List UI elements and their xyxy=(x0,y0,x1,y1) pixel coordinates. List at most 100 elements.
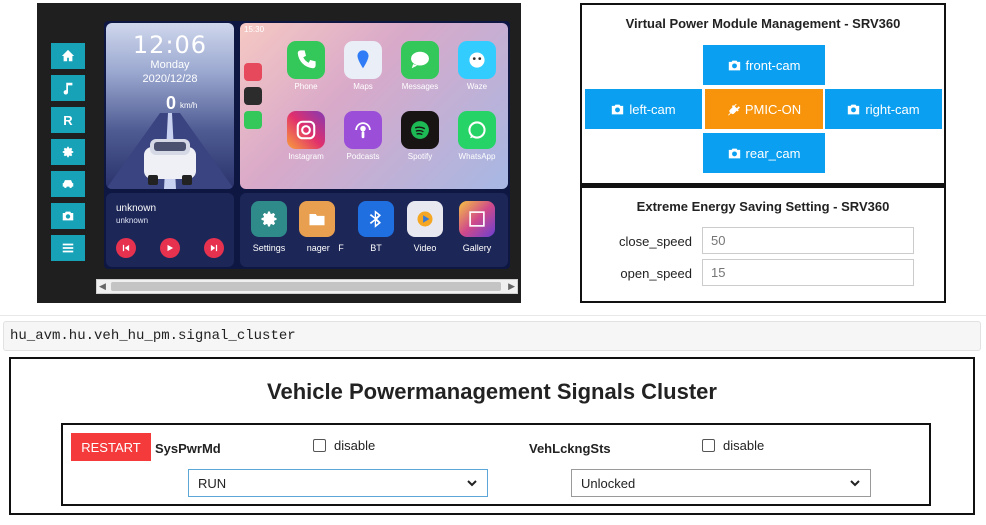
previous-icon xyxy=(122,244,130,252)
veh-lckng-sts-select[interactable]: Unlocked xyxy=(571,469,871,497)
close-speed-row: close_speed xyxy=(582,227,944,255)
camera-icon xyxy=(848,104,860,114)
right-cam-button[interactable]: right-cam xyxy=(825,89,942,129)
vpm-title: Virtual Power Module Management - SRV360 xyxy=(625,16,901,31)
virtual-power-module-panel: Virtual Power Module Management - SRV360… xyxy=(580,3,946,185)
spotify-icon xyxy=(411,121,429,139)
app-phone[interactable]: Phone xyxy=(284,41,328,91)
horizontal-scrollbar[interactable]: ◀ ▶ xyxy=(96,279,518,294)
menu-button[interactable] xyxy=(51,235,85,261)
bluetooth-icon xyxy=(369,210,381,228)
menu-icon xyxy=(62,243,74,253)
sys-pwr-md-select[interactable]: RUN xyxy=(188,469,488,497)
car-icon xyxy=(62,180,74,188)
chevron-down-icon xyxy=(467,480,477,487)
clock-date: 2020/12/28 xyxy=(142,73,198,85)
sys-pwr-md-disable[interactable]: disable xyxy=(313,438,375,453)
next-icon xyxy=(210,244,218,252)
vehicle-button[interactable] xyxy=(51,171,85,197)
cluster-signal-group: RESTART SysPwrMd disable VehLckngSts dis… xyxy=(61,423,931,506)
app-spotify[interactable]: Spotify xyxy=(398,111,442,161)
head-unit-screen: 12:06 Monday 2020/12/28 0 km/h 15:30 Pho… xyxy=(104,21,510,269)
scroll-right-arrow-icon[interactable]: ▶ xyxy=(508,281,515,292)
head-unit-panel: R 12:06 Monday 2020/12/28 0 km/h 15:30 P… xyxy=(37,3,521,303)
app-whatsapp[interactable]: WhatsApp xyxy=(455,111,499,161)
veh-lckng-sts-disable-checkbox[interactable] xyxy=(702,439,715,452)
app-label: Waze xyxy=(466,82,488,91)
dock-label: Video xyxy=(413,243,437,253)
camera-icon xyxy=(728,148,740,158)
chevron-down-icon xyxy=(850,480,860,487)
dock-video[interactable]: Video xyxy=(402,201,448,253)
dock-label: BT xyxy=(370,243,382,253)
signal-path-code: hu_avm.hu.veh_hu_pm.signal_cluster xyxy=(3,321,981,351)
app-waze[interactable]: Waze xyxy=(455,41,499,91)
app-label: Messages xyxy=(401,82,439,91)
play-pause-button[interactable] xyxy=(160,238,180,258)
scrollbar-thumb[interactable] xyxy=(111,282,501,291)
pmic-on-button[interactable]: PMIC-ON xyxy=(705,89,823,129)
dock-gallery[interactable]: Gallery xyxy=(454,201,500,253)
whatsapp-icon xyxy=(468,121,486,139)
open-speed-row: open_speed xyxy=(582,259,944,287)
close-speed-input[interactable] xyxy=(702,227,914,254)
folder-icon xyxy=(309,214,325,226)
plug-icon xyxy=(727,103,740,115)
rear-cam-button[interactable]: rear_cam xyxy=(703,133,825,173)
app-podcasts[interactable]: Podcasts xyxy=(341,111,385,161)
clock-card: 12:06 Monday 2020/12/28 0 km/h xyxy=(106,23,234,189)
head-unit-side-nav: R xyxy=(51,43,85,267)
radio-button[interactable]: R xyxy=(51,107,85,133)
camera-icon xyxy=(62,211,74,221)
gallery-icon xyxy=(469,211,485,227)
cluster-title: Vehicle Powermanagement Signals Cluster xyxy=(267,379,717,404)
section-divider xyxy=(0,315,986,316)
mini-music-icon[interactable] xyxy=(244,63,262,81)
status-time: 15:30 xyxy=(244,25,265,34)
settings-button[interactable] xyxy=(51,139,85,165)
mini-phone-icon[interactable] xyxy=(244,111,262,129)
veh-lckng-sts-value: Unlocked xyxy=(581,475,636,491)
sys-pwr-md-disable-checkbox[interactable] xyxy=(313,439,326,452)
camera-icon xyxy=(612,104,624,114)
maps-icon xyxy=(357,50,369,69)
dock-label: F xyxy=(338,243,344,253)
left-cam-button[interactable]: left-cam xyxy=(585,89,702,129)
mini-signal-icon[interactable] xyxy=(244,87,262,105)
next-track-button[interactable] xyxy=(204,238,224,258)
rear-cam-label: rear_cam xyxy=(745,145,801,161)
app-label: Phone xyxy=(294,82,318,91)
app-maps[interactable]: Maps xyxy=(341,41,385,91)
video-icon xyxy=(417,211,433,227)
scroll-left-arrow-icon[interactable]: ◀ xyxy=(99,281,106,292)
front-cam-button[interactable]: front-cam xyxy=(703,45,825,85)
dock-card: Settings nager F BT Video Gallery xyxy=(240,193,508,267)
home-button[interactable] xyxy=(51,43,85,69)
pmic-label: PMIC-ON xyxy=(744,101,802,117)
app-label: Podcasts xyxy=(346,152,380,161)
energy-saving-title: Extreme Energy Saving Setting - SRV360 xyxy=(636,199,890,214)
dock-bluetooth[interactable]: BT xyxy=(353,201,399,253)
close-speed-label: close_speed xyxy=(619,234,692,249)
app-label: Spotify xyxy=(407,152,433,161)
podcasts-icon xyxy=(355,122,371,139)
app-label: Maps xyxy=(353,82,373,91)
restart-button[interactable]: RESTART xyxy=(71,433,151,461)
open-speed-label: open_speed xyxy=(620,266,692,281)
right-cam-label: right-cam xyxy=(865,101,920,117)
dock-label: Gallery xyxy=(462,243,492,253)
dock-settings[interactable]: Settings xyxy=(246,201,292,253)
previous-track-button[interactable] xyxy=(116,238,136,258)
veh-lckng-sts-label: VehLckngSts xyxy=(529,441,611,456)
dock-partial-app[interactable]: F xyxy=(330,201,352,253)
media-title: unknown xyxy=(116,203,157,214)
veh-lckng-sts-disable[interactable]: disable xyxy=(702,438,764,453)
camera-button[interactable] xyxy=(51,203,85,229)
sys-pwr-md-value: RUN xyxy=(198,475,227,491)
app-messages[interactable]: Messages xyxy=(398,41,442,91)
app-instagram[interactable]: Instagram xyxy=(284,111,328,161)
phone-icon xyxy=(297,50,316,69)
open-speed-input[interactable] xyxy=(702,259,914,286)
clock-day: Monday xyxy=(150,59,190,71)
music-button[interactable] xyxy=(51,75,85,101)
